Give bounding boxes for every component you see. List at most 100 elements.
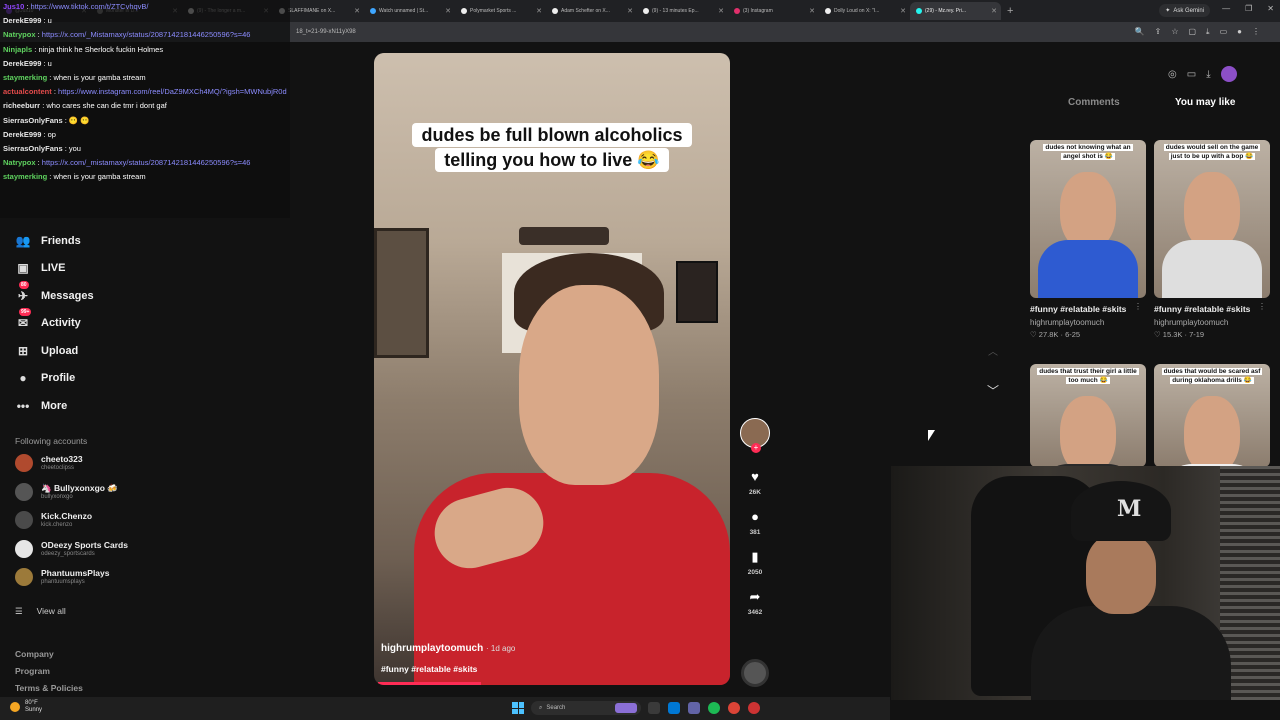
chat-link[interactable]: https://x.com/_mistamaxy/status/20871421… [42,158,251,167]
extensions-icon[interactable]: ▢ [1188,27,1196,37]
chat-username[interactable]: DerekE999 [3,130,41,139]
ask-gemini-button[interactable]: ✦ Ask Gemini [1159,4,1210,17]
tab-comments[interactable]: Comments [1068,97,1120,108]
suggested-video-tags[interactable]: #funny #relatable #skits [1030,302,1146,316]
browser-tab[interactable]: Watch unnamed | St... ✕ [364,2,455,20]
tab-close-icon[interactable]: ✕ [900,7,906,15]
music-disc-icon[interactable] [741,659,769,687]
tab-close-icon[interactable]: ✕ [991,7,997,15]
chat-username[interactable]: actualcontent [3,87,52,96]
video-author[interactable]: highrumplaytoomuch · 1d ago [381,643,515,654]
chat-link[interactable]: https://x.com/_Mistamaxy/status/20871421… [42,30,251,39]
video-author-name[interactable]: highrumplaytoomuch [381,643,483,654]
suggested-video-thumbnail[interactable]: dudes that trust their girl a little too… [1030,364,1146,467]
following-account[interactable]: cheeto323 cheetoclipss [15,454,83,472]
chrome-icon[interactable] [728,702,740,714]
windows-start-icon[interactable] [512,702,524,714]
chat-username[interactable]: SierrasOnlyFans [3,116,63,125]
video-hashtags[interactable]: #funny #relatable #skits [381,664,477,674]
spotify-icon[interactable] [708,702,720,714]
chat-username[interactable]: staymerking [3,172,47,181]
menu-kebab-icon[interactable]: ⋮ [1252,27,1260,37]
share-button[interactable]: ➦ 3462 [739,590,771,617]
user-avatar[interactable] [1220,66,1237,82]
tab-close-icon[interactable]: ✕ [445,7,451,15]
weather-widget[interactable]: 80°F Sunny [10,700,42,714]
zoom-icon[interactable]: 🔍 [1135,27,1145,37]
sidebar-item-profile[interactable]: ● Profile [15,370,75,386]
following-account[interactable]: 🦄 Bullyxonxgo 🍻 bullyxonxgo [15,482,118,501]
tab-close-icon[interactable]: ✕ [536,7,542,15]
minimize-button[interactable]: — [1222,4,1230,13]
chat-username[interactable]: DerekE999 [3,59,41,68]
like-button[interactable]: ♥ 26K [739,470,771,497]
tab-close-icon[interactable]: ✕ [809,7,815,15]
chevron-up-icon[interactable]: ︿ [988,343,998,358]
new-tab-button[interactable]: + [1007,5,1013,17]
suggested-video-thumbnail[interactable]: dudes that would be scared asf during ok… [1154,364,1270,467]
browser-tab[interactable]: (29) - Mz.rey. Pri... ✕ [910,2,1001,20]
coins-icon[interactable]: ◎ [1168,69,1177,80]
following-account[interactable]: PhantuumsPlays phantuumsplays [15,568,110,587]
taskbar-search[interactable]: ⌕ Search [531,701,641,715]
browser-tab[interactable]: Polymarket Sports ... ✕ [455,2,546,20]
suggested-video-author[interactable]: highrumplaytoomuch [1030,318,1146,327]
chevron-down-icon[interactable]: ﹀ [987,382,999,399]
maximize-button[interactable]: ❐ [1245,4,1252,13]
footer-link-program[interactable]: Program [15,663,83,680]
chat-username[interactable]: SierrasOnlyFans [3,144,63,153]
download-app-icon[interactable]: ⤓ [1206,69,1210,80]
sidebar-item-friends[interactable]: 👥 Friends [15,233,81,249]
sidebar-item-live[interactable]: ▣ LIVE [15,260,65,276]
browser-tab[interactable]: Dolly Loud on X: "I... ✕ [819,2,910,20]
suggested-video-thumbnail[interactable]: dudes not knowing what an angel shot is … [1030,140,1146,298]
app-icon[interactable] [748,702,760,714]
more-options-icon[interactable]: ⋮ [1134,302,1142,311]
footer-link-company[interactable]: Company [15,646,83,663]
browser-tab[interactable]: Adam Schefter on X... ✕ [546,2,637,20]
download-icon[interactable]: ⤓ [1206,27,1210,37]
suggested-video-thumbnail[interactable]: dudes would sell on the game just to be … [1154,140,1270,298]
share-icon[interactable]: ⇪ [1155,27,1162,37]
chat-username[interactable]: staymerking [3,73,47,82]
tab-close-icon[interactable]: ✕ [354,7,360,15]
following-account[interactable]: ODeezy Sports Cards odeezy_sportscards [15,539,128,558]
sidebar-item-messages[interactable]: ✈ 80 Messages [15,281,94,304]
more-options-icon[interactable]: ⋮ [1258,302,1266,311]
tab-close-icon[interactable]: ✕ [627,7,633,15]
edge-icon[interactable] [668,702,680,714]
chat-username[interactable]: Natrypox [3,158,36,167]
tab-close-icon[interactable]: ✕ [718,7,724,15]
video-progress-bar[interactable] [378,682,482,685]
chat-username[interactable]: Ninjapls [3,45,32,54]
inbox-icon[interactable]: ▭ [1187,69,1196,80]
sidebar-item-more[interactable]: ••• More [15,398,68,414]
close-window-button[interactable]: ✕ [1267,4,1274,13]
chat-username[interactable]: Jus10 [3,2,24,11]
url-text[interactable]: 18_t=21-99-xN11yX98 [296,29,356,35]
teams-icon[interactable] [688,702,700,714]
comment-button[interactable]: ● 381 [739,510,771,537]
video-player[interactable]: dudes be full blown alcoholics telling y… [374,53,730,685]
browser-tab[interactable]: (9) - 13 minutes Ep... ✕ [637,2,728,20]
creator-avatar[interactable]: + [740,418,770,453]
suggested-video-tags[interactable]: #funny #relatable #skits [1154,302,1270,316]
save-button[interactable]: ▮ 2050 [739,550,771,577]
task-view-icon[interactable] [648,702,660,714]
suggested-video-author[interactable]: highrumplaytoomuch [1154,318,1270,327]
browser-tab[interactable]: (3) Instagram ✕ [728,2,819,20]
sidebar-item-activity[interactable]: ✉ 99+ Activity [15,308,81,331]
chat-link[interactable]: https://www.instagram.com/reel/DaZ9MXCh4… [58,87,287,96]
follow-plus-icon[interactable]: + [751,443,761,453]
chat-username[interactable]: richeeburr [3,101,40,110]
sidebar-toggle-icon[interactable]: ▭ [1220,27,1228,37]
profile-avatar-icon[interactable]: ● [1237,27,1242,37]
tab-you-may-like[interactable]: You may like [1175,97,1235,108]
bookmark-star-icon[interactable]: ☆ [1171,27,1178,37]
sidebar-item-upload[interactable]: ⊞ Upload [15,343,78,359]
footer-link-terms[interactable]: Terms & Policies [15,680,83,697]
view-all-link[interactable]: ☰ View all [15,606,66,617]
following-account[interactable]: Kick.Chenzo kick.chenzo [15,511,92,530]
chat-username[interactable]: Natrypox [3,30,36,39]
chat-username[interactable]: DerekE999 [3,16,41,25]
